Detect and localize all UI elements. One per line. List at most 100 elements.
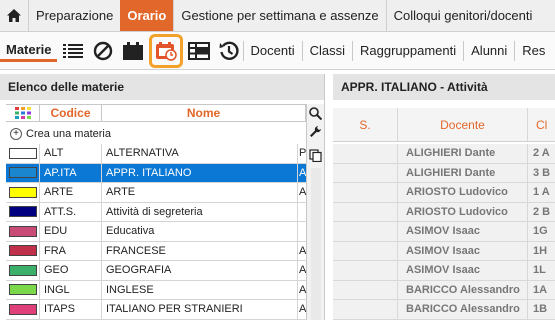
subject-code: INGL <box>40 280 102 299</box>
activity-row[interactable]: ASIMOV Isaac 1H <box>333 241 555 261</box>
menu-gestione-settimana[interactable]: Gestione per settimana e assenze <box>173 0 385 31</box>
activities-panel-title: APPR. ITALIANO - Attività <box>333 74 555 100</box>
activity-row[interactable]: BARICCO Alessandro 1A <box>333 280 555 300</box>
ban-icon[interactable] <box>89 36 117 66</box>
color-swatch <box>8 303 37 315</box>
subject-row[interactable]: ITAPS ITALIANO PER STRANIERI A <box>6 300 306 320</box>
activity-row[interactable]: ASIMOV Isaac 1G <box>333 222 555 242</box>
activity-s-cell <box>333 261 398 280</box>
subject-color-swatch[interactable] <box>6 222 40 241</box>
subject-color-swatch[interactable] <box>6 163 40 182</box>
activity-class: 2 B <box>533 205 551 218</box>
subject-code: ITAPS <box>40 300 102 319</box>
subject-extra <box>298 222 306 241</box>
subject-name: ARTE <box>102 183 298 202</box>
column-s-header[interactable]: S. <box>333 108 398 141</box>
subject-name: FRANCESE <box>102 241 298 260</box>
subject-name: Attività di segreteria <box>102 202 298 221</box>
subject-code: ATT.S. <box>40 202 102 221</box>
activity-row[interactable]: ALIGHIERI Dante 2 A <box>333 144 555 164</box>
subject-code: FRA <box>40 241 102 260</box>
activity-s-cell <box>333 241 398 260</box>
subjects-panel-title: Elenco delle materie <box>0 74 324 100</box>
activity-s-cell <box>333 280 398 299</box>
subject-color-swatch[interactable] <box>6 144 40 163</box>
list-icon[interactable] <box>59 36 87 66</box>
column-code-header[interactable]: Codice <box>40 105 102 121</box>
activity-teacher: ASIMOV Isaac <box>398 261 528 280</box>
activity-s-cell <box>333 202 398 221</box>
activity-row[interactable]: BARICCO Alessandro 1B <box>333 300 555 320</box>
subject-color-swatch[interactable] <box>6 202 40 221</box>
subject-color-swatch[interactable] <box>6 241 40 260</box>
subject-name: APPR. ITALIANO <box>102 163 298 182</box>
activity-class: 1B <box>533 303 548 316</box>
activity-class: 1 A <box>533 186 550 199</box>
activity-class: 1H <box>533 244 548 257</box>
activity-teacher: ALIGHIERI Dante <box>398 144 528 163</box>
column-docente-header[interactable]: Docente <box>398 108 528 141</box>
activity-row[interactable]: ARIOSTO Ludovico 1 A <box>333 183 555 203</box>
color-swatch <box>8 225 37 237</box>
menu-orario[interactable]: Orario <box>120 0 174 31</box>
tab-risorse[interactable]: Res <box>514 40 552 61</box>
history-icon[interactable] <box>215 36 243 66</box>
subject-color-swatch[interactable] <box>6 280 40 299</box>
scrollbar[interactable] <box>310 168 321 320</box>
column-classe-header[interactable]: Cl <box>528 108 555 141</box>
subject-code: AP.ITA <box>40 163 102 182</box>
create-subject-row[interactable]: + Crea una materia <box>6 125 306 142</box>
tab-classi[interactable]: Classi <box>301 40 352 61</box>
home-icon[interactable] <box>0 0 28 31</box>
calendar-icon[interactable] <box>119 36 147 66</box>
subject-code: ALT <box>40 144 102 163</box>
subject-row[interactable]: ARTE ARTE A <box>6 183 306 203</box>
activities-panel: APPR. ITALIANO - Attività S. Docente Cl … <box>333 74 555 320</box>
activity-row[interactable]: ARIOSTO Ludovico 2 B <box>333 202 555 222</box>
subject-name: INGLESE <box>102 280 298 299</box>
subject-row[interactable]: AP.ITA APPR. ITALIANO A <box>6 163 306 183</box>
color-swatch <box>8 284 37 296</box>
activity-row[interactable]: ASIMOV Isaac 1L <box>333 261 555 281</box>
activity-class: 1G <box>533 225 548 238</box>
column-name-header[interactable]: Nome <box>102 105 306 121</box>
subject-color-swatch[interactable] <box>6 183 40 202</box>
tab-docenti[interactable]: Docenti <box>242 40 302 61</box>
subject-row[interactable]: ATT.S. Attività di segreteria <box>6 202 306 222</box>
tab-alunni[interactable]: Alunni <box>463 40 514 61</box>
menu-colloqui[interactable]: Colloqui genitori/docenti <box>385 0 540 31</box>
color-swatch <box>8 147 37 159</box>
red-calendar-clock-icon[interactable] <box>148 33 183 68</box>
subject-name: ITALIANO PER STRANIERI <box>102 300 298 319</box>
search-icon[interactable] <box>308 104 324 122</box>
subject-row[interactable]: ALT ALTERNATIVA P <box>6 144 306 164</box>
grid-icon[interactable] <box>185 36 213 66</box>
subject-row[interactable]: GEO GEOGRAFIA A <box>6 261 306 281</box>
create-subject-label: Crea una materia <box>26 127 111 140</box>
subject-row[interactable]: INGL INGLESE A <box>6 280 306 300</box>
subject-row[interactable]: FRA FRANCESE A <box>6 241 306 261</box>
copy-icon[interactable] <box>308 146 324 164</box>
activity-class: 1L <box>533 264 546 277</box>
color-swatch <box>8 206 37 218</box>
plus-circle-icon: + <box>10 127 22 140</box>
color-swatch <box>8 167 37 179</box>
subject-code: EDU <box>40 222 102 241</box>
subject-row[interactable]: EDU Educativa <box>6 222 306 242</box>
activity-class: 2 A <box>533 147 550 160</box>
subjects-table-header: Codice Nome <box>6 104 306 122</box>
wrench-icon[interactable] <box>308 122 324 140</box>
subject-extra <box>298 203 306 222</box>
color-palette-icon[interactable] <box>6 105 40 121</box>
activity-s-cell <box>333 144 398 163</box>
subject-color-swatch[interactable] <box>6 261 40 280</box>
activity-s-cell <box>333 163 398 182</box>
subject-color-swatch[interactable] <box>6 300 40 319</box>
activity-teacher: ASIMOV Isaac <box>398 241 528 260</box>
section-materie-label[interactable]: Materie <box>0 40 57 62</box>
activity-teacher: ALIGHIERI Dante <box>398 163 528 182</box>
activity-row[interactable]: ALIGHIERI Dante 3 B <box>333 163 555 183</box>
subject-name: ALTERNATIVA <box>102 144 298 163</box>
tab-raggruppamenti[interactable]: Raggruppamenti <box>352 40 463 61</box>
menu-preparazione[interactable]: Preparazione <box>28 0 120 31</box>
